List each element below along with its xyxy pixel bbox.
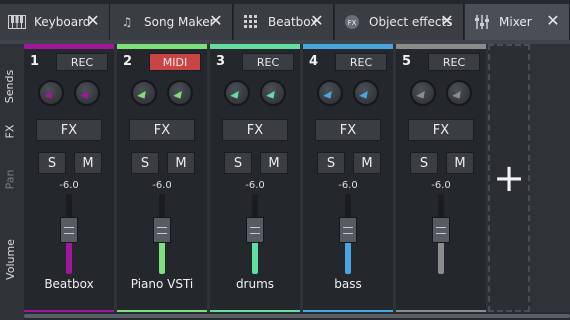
send-knob[interactable] [410,80,436,106]
channel-color-bar [396,44,486,49]
channel-number: 1 [30,54,40,69]
channel-color-bar [117,44,207,49]
volume-fader-handle[interactable] [246,217,264,243]
send-knob[interactable] [38,80,64,106]
tab-mixer[interactable]: Mixer ✕ [465,4,570,40]
volume-level-fill [438,238,444,274]
channel-strip: 2 MIDI FX S M -6.0 Piano VSTi [117,44,207,316]
send-knob[interactable] [224,80,250,106]
solo-button[interactable]: S [410,152,438,174]
volume-fader-handle[interactable] [60,217,78,243]
fx-label: FX [3,124,17,138]
volume-label: Volume [3,238,17,280]
tab-song-maker[interactable]: ♫ Song Maker ✕ [110,4,233,40]
fx-button[interactable]: FX [222,119,288,141]
channel-color-bar [303,44,393,49]
solo-button[interactable]: S [224,152,252,174]
volume-level-fill [252,238,258,274]
svg-text:FX: FX [348,19,357,27]
fx-button[interactable]: FX [315,119,381,141]
channel-color-bar [24,44,114,49]
music-note-icon: ♫ [121,15,133,29]
mixer-panel: Sends FX Pan Volume 1 REC FX S M -6.0 Be… [0,44,570,320]
volume-value: -6.0 [431,180,451,191]
send-knob[interactable] [131,80,157,106]
send-knob[interactable] [317,80,343,106]
channel-number: 3 [216,54,226,69]
scrollbar-thumb[interactable] [24,314,570,318]
tab-object-effects[interactable]: FX Object effects ✕ [335,4,464,40]
channel-number: 2 [123,54,133,69]
fx-button[interactable]: FX [36,119,102,141]
close-icon[interactable]: ✕ [208,13,224,29]
fx-button[interactable]: FX [129,119,195,141]
send-knob[interactable] [353,80,379,106]
send-knob[interactable] [260,80,286,106]
tab-label: Mixer [499,15,532,29]
send-knob[interactable] [446,80,472,106]
record-button[interactable]: REC [56,53,108,71]
close-icon[interactable]: ✕ [439,13,455,29]
volume-value: -6.0 [245,180,265,191]
channel-strip: 1 REC FX S M -6.0 Beatbox [24,44,114,316]
send-knob[interactable] [167,80,193,106]
record-button[interactable]: REC [335,53,387,71]
volume-fader-handle[interactable] [339,217,357,243]
row-labels: Sends FX Pan Volume [0,44,20,320]
pan-label: Pan [3,169,17,189]
channel-name: Piano VSTi [130,277,194,291]
mixer-sliders-icon [471,11,493,33]
volume-level-fill [159,238,165,274]
channel-name: bass [334,277,362,291]
fx-badge-icon: FX [341,11,363,33]
add-channel-button[interactable]: + [488,44,530,312]
close-icon[interactable]: ✕ [85,13,101,29]
plus-icon: + [493,156,525,200]
sends-label: Sends [3,69,17,103]
tab-label: Song Maker [144,15,215,29]
channel-number: 5 [402,54,412,69]
tab-beatbox[interactable]: Beatbox ✕ [234,4,334,40]
volume-fader-handle[interactable] [432,217,450,243]
tab-keyboard[interactable]: Keyboard ✕ [0,4,110,40]
channel-name: drums [235,277,275,291]
close-icon[interactable]: ✕ [545,13,561,29]
solo-button[interactable]: S [38,152,66,174]
horizontal-scrollbar[interactable] [24,312,570,320]
channel-strip: 3 REC FX S M -6.0 drums [210,44,300,316]
volume-level-fill [345,238,351,274]
mute-button[interactable]: M [167,152,195,174]
channel-number: 4 [309,54,319,69]
volume-value: -6.0 [152,180,172,191]
mute-button[interactable]: M [353,152,381,174]
record-button[interactable]: REC [428,53,480,71]
mute-button[interactable]: M [260,152,288,174]
close-icon[interactable]: ✕ [309,13,325,29]
channel-color-bar [210,44,300,49]
mute-button[interactable]: M [446,152,474,174]
piano-keys-icon [6,11,28,33]
record-button[interactable]: REC [242,53,294,71]
volume-value: -6.0 [338,180,358,191]
volume-value: -6.0 [59,180,79,191]
channel-strip: 4 REC FX S M -6.0 bass [303,44,393,316]
record-button[interactable]: MIDI [149,53,201,71]
solo-button[interactable]: S [131,152,159,174]
send-knob[interactable] [74,80,100,106]
tab-bar: Keyboard ✕ ♫ Song Maker ✕ Beatbox ✕ FX O… [0,0,570,44]
volume-level-fill [66,238,72,274]
solo-button[interactable]: S [317,152,345,174]
tab-label: Keyboard [34,15,91,29]
fx-button[interactable]: FX [408,119,474,141]
mute-button[interactable]: M [74,152,102,174]
channel-name: Beatbox [44,277,94,291]
channel-strip: 5 REC FX S M -6.0 [396,44,486,316]
volume-fader-handle[interactable] [153,217,171,243]
drum-pad-grid-icon [240,11,262,33]
